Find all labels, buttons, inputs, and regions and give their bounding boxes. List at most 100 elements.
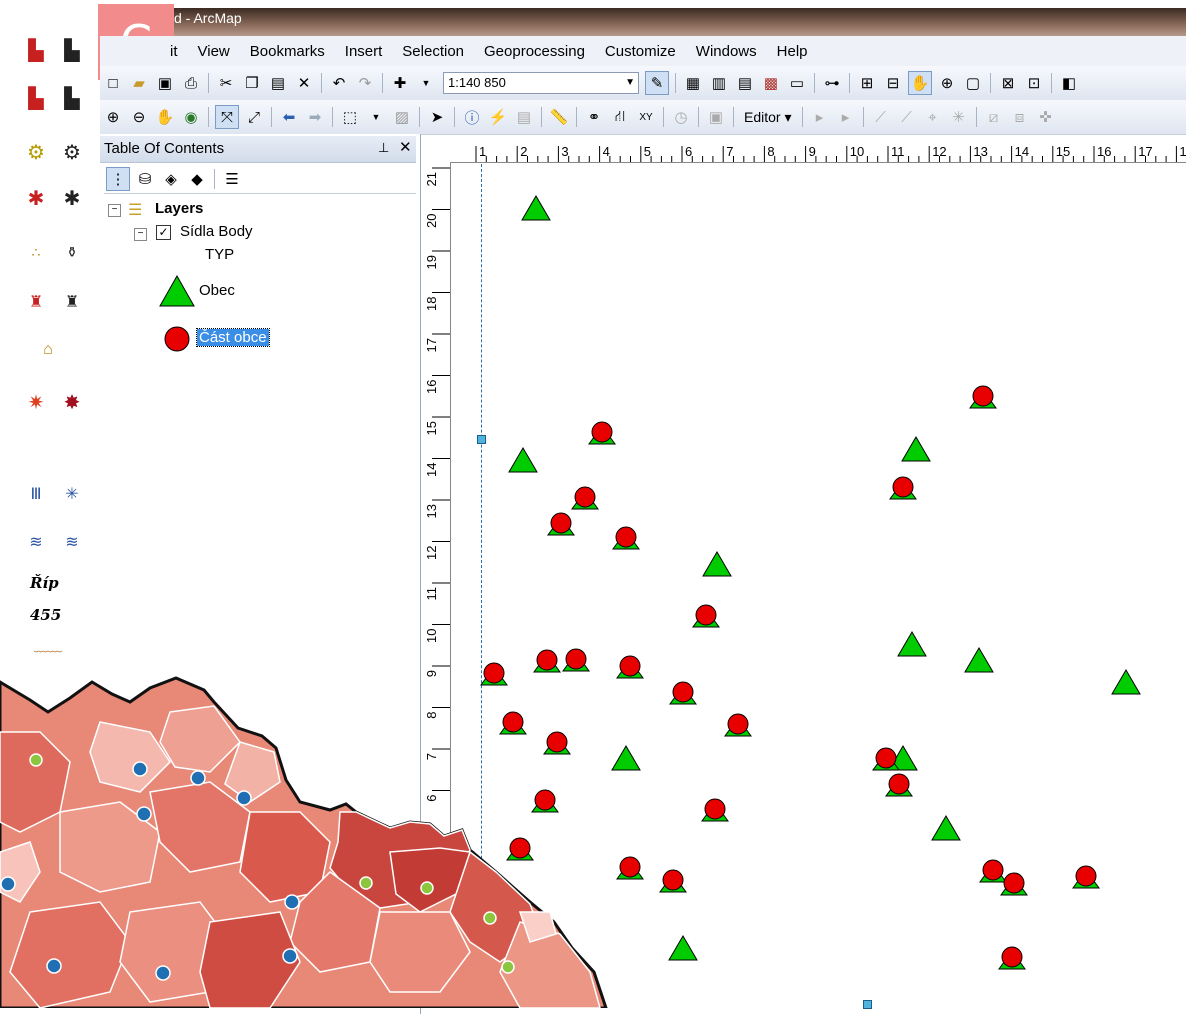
cast-obce-circle-symbol[interactable] bbox=[662, 869, 684, 891]
obec-triangle-symbol[interactable] bbox=[668, 935, 698, 961]
globe-icon[interactable]: ◉ bbox=[180, 106, 202, 128]
pin-icon[interactable]: ⊥ bbox=[378, 140, 389, 156]
back-arrow-icon[interactable]: ⬅ bbox=[278, 106, 300, 128]
menu-help[interactable]: Help bbox=[767, 43, 818, 60]
cast-obce-circle-symbol[interactable] bbox=[619, 856, 641, 878]
time-slider-icon[interactable]: ◷ bbox=[670, 106, 692, 128]
full-extent-icon[interactable]: ⊕ bbox=[936, 72, 958, 94]
editor-toolbar-icon[interactable]: ✎ bbox=[645, 71, 669, 95]
menu-geoprocessing[interactable]: Geoprocessing bbox=[474, 43, 595, 60]
collapse-layer-icon[interactable]: − bbox=[134, 228, 147, 241]
list-by-drawing-order-icon[interactable]: ⋮ bbox=[106, 167, 130, 191]
go-to-xy-icon[interactable]: XY bbox=[635, 106, 657, 128]
cast-obce-circle-symbol[interactable] bbox=[695, 604, 717, 626]
model-builder-icon[interactable]: ⊶ bbox=[821, 72, 843, 94]
list-by-visibility-icon[interactable]: ◈ bbox=[160, 168, 182, 190]
zoom-out-fixed-icon[interactable]: ⊟ bbox=[882, 72, 904, 94]
copy-icon[interactable]: ❐ bbox=[241, 72, 263, 94]
cast-obce-circle-symbol[interactable] bbox=[565, 648, 587, 670]
cast-obce-circle-symbol[interactable] bbox=[615, 526, 637, 548]
obec-triangle-symbol[interactable] bbox=[521, 195, 551, 221]
cast-obce-circle-symbol[interactable] bbox=[875, 747, 897, 769]
delete-icon[interactable]: ✕ bbox=[293, 72, 315, 94]
list-by-source-icon[interactable]: ⛁ bbox=[134, 168, 156, 190]
obec-triangle-symbol[interactable] bbox=[964, 647, 994, 673]
select-features-icon[interactable]: ⬚ bbox=[339, 106, 361, 128]
cast-obce-circle-symbol[interactable] bbox=[619, 655, 641, 677]
cast-obce-circle-symbol[interactable] bbox=[982, 859, 1004, 881]
pan-icon[interactable]: ✋ bbox=[908, 71, 932, 95]
clear-selection-icon[interactable]: ▨ bbox=[391, 106, 413, 128]
find-route-icon[interactable]: ⛙ bbox=[609, 106, 631, 128]
point-icon[interactable]: ✳ bbox=[948, 106, 970, 128]
obec-triangle-symbol[interactable] bbox=[508, 447, 538, 473]
toc-window-icon[interactable]: ▦ bbox=[682, 72, 704, 94]
cut-icon[interactable]: ✂ bbox=[215, 72, 237, 94]
arctoolbox-icon[interactable]: ▩ bbox=[760, 72, 782, 94]
new-document-icon[interactable]: □ bbox=[102, 72, 124, 94]
end-point-arc-icon[interactable]: ⟋ bbox=[896, 106, 918, 128]
cast-obce-circle-symbol[interactable] bbox=[1075, 865, 1097, 887]
select-elements-icon[interactable]: ➤ bbox=[426, 106, 448, 128]
edit-vertices-icon[interactable]: ⧄ bbox=[983, 106, 1005, 128]
edit-tool-icon[interactable]: ▸ bbox=[809, 106, 831, 128]
layers-root-label[interactable]: Layers bbox=[155, 200, 203, 217]
cast-obce-circle-symbol[interactable] bbox=[536, 649, 558, 671]
catalog-icon[interactable]: ▥ bbox=[708, 72, 730, 94]
obec-triangle-symbol[interactable] bbox=[901, 436, 931, 462]
python-window-icon[interactable]: ▭ bbox=[786, 72, 808, 94]
close-icon[interactable]: ✕ bbox=[399, 138, 412, 156]
zoom-in-fixed-icon[interactable]: ⊞ bbox=[856, 72, 878, 94]
print-icon[interactable]: ⎙ bbox=[180, 72, 202, 94]
cast-obce-circle-symbol[interactable] bbox=[727, 713, 749, 735]
cast-obce-circle-symbol[interactable] bbox=[1001, 946, 1023, 968]
reshape-icon[interactable]: ⧈ bbox=[1009, 106, 1031, 128]
cut-polygon-icon[interactable]: ✜ bbox=[1035, 106, 1057, 128]
add-data-icon[interactable]: ✚ bbox=[389, 72, 411, 94]
cast-obce-circle-symbol[interactable] bbox=[672, 681, 694, 703]
fixed-zoom-in-icon[interactable]: ⤧ bbox=[215, 105, 239, 129]
cast-obce-circle-symbol[interactable] bbox=[704, 798, 726, 820]
edit-annotation-icon[interactable]: ▸ bbox=[835, 106, 857, 128]
save-icon[interactable]: ▣ bbox=[154, 72, 176, 94]
zoom-out-icon[interactable]: ⊖ bbox=[128, 106, 150, 128]
undo-icon[interactable]: ↶ bbox=[328, 72, 350, 94]
fixed-zoom-out-icon[interactable]: ⤢ bbox=[243, 106, 265, 128]
redo-icon[interactable]: ↷ bbox=[354, 72, 376, 94]
layer-visibility-checkbox[interactable]: ✓ bbox=[156, 225, 171, 240]
find-binoculars-icon[interactable]: ⚭ bbox=[583, 106, 605, 128]
zoom-whole-page-icon[interactable]: ⊠ bbox=[997, 72, 1019, 94]
search-window-icon[interactable]: ▤ bbox=[734, 72, 756, 94]
cast-obce-circle-symbol[interactable] bbox=[591, 421, 613, 443]
measure-icon[interactable]: 📏 bbox=[548, 106, 570, 128]
editor-menu[interactable]: Editor ▾ bbox=[738, 109, 798, 126]
options-icon[interactable]: ☰ bbox=[221, 168, 243, 190]
legend-cast-obce-label[interactable]: Část obce bbox=[196, 328, 270, 347]
paste-icon[interactable]: ▤ bbox=[267, 72, 289, 94]
menu-windows[interactable]: Windows bbox=[686, 43, 767, 60]
chevron-down-icon[interactable]: ▼ bbox=[365, 106, 387, 128]
layer-name-label[interactable]: Sídla Body bbox=[180, 223, 253, 240]
trace-icon[interactable]: ⌖ bbox=[922, 106, 944, 128]
menu-bookmarks[interactable]: Bookmarks bbox=[240, 43, 335, 60]
forward-arrow-icon[interactable]: ➡ bbox=[304, 106, 326, 128]
cast-obce-circle-symbol[interactable] bbox=[972, 385, 994, 407]
map-scale-dropdown[interactable]: 1:140 850 ▼ bbox=[443, 72, 639, 94]
chevron-down-icon[interactable]: ▼ bbox=[415, 72, 437, 94]
obec-triangle-symbol[interactable] bbox=[897, 631, 927, 657]
obec-triangle-symbol[interactable] bbox=[702, 551, 732, 577]
obec-triangle-symbol[interactable] bbox=[1111, 669, 1141, 695]
obec-triangle-symbol[interactable] bbox=[931, 815, 961, 841]
zoom-in-icon[interactable]: ⊕ bbox=[102, 106, 124, 128]
cast-obce-circle-symbol[interactable] bbox=[550, 512, 572, 534]
zoom-100-icon[interactable]: ⊡ bbox=[1023, 72, 1045, 94]
open-folder-icon[interactable]: ▰ bbox=[128, 72, 150, 94]
create-viewer-icon[interactable]: ▣ bbox=[705, 106, 727, 128]
html-popup-icon[interactable]: ▤ bbox=[513, 106, 535, 128]
legend-circle-symbol[interactable] bbox=[163, 325, 191, 353]
straight-segment-icon[interactable]: ⟋ bbox=[870, 106, 892, 128]
pan-icon[interactable]: ✋ bbox=[154, 106, 176, 128]
cast-obce-circle-symbol[interactable] bbox=[574, 486, 596, 508]
menu-selection[interactable]: Selection bbox=[392, 43, 474, 60]
cast-obce-circle-symbol[interactable] bbox=[1003, 872, 1025, 894]
